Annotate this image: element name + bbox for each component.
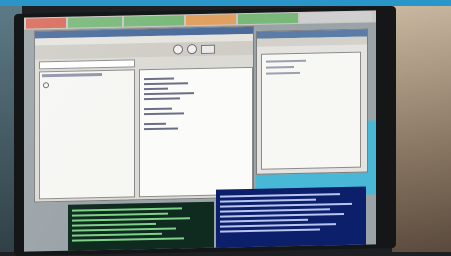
background-right <box>392 6 451 252</box>
background-strip <box>0 0 451 6</box>
monitor-screen <box>24 10 376 252</box>
screen-glare <box>24 10 376 252</box>
